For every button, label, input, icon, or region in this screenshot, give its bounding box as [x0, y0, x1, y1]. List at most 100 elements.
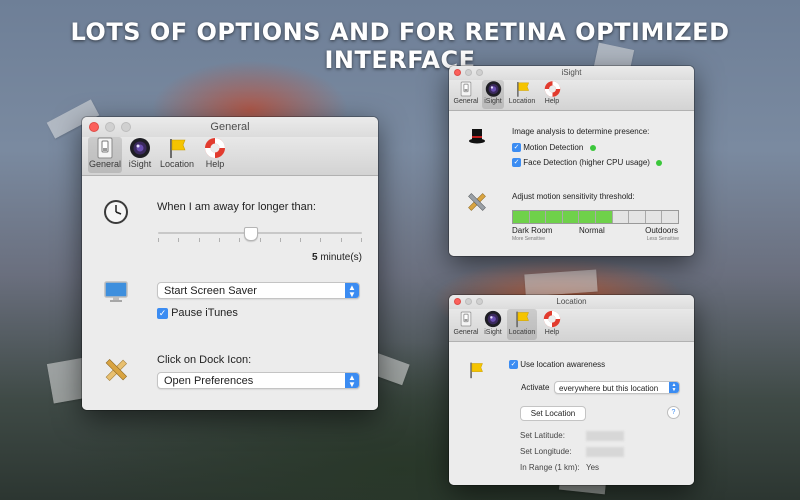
close-button[interactable] — [454, 69, 461, 76]
action-select[interactable]: Start Screen Saver ▲ ▼ — [157, 282, 360, 299]
tab-location[interactable]: Location — [158, 137, 196, 173]
lifebuoy-icon — [544, 81, 560, 97]
away-slider[interactable] — [158, 226, 362, 244]
isight-pane: Image analysis to determine presence: ✓ … — [449, 111, 694, 256]
tab-help[interactable]: Help — [540, 80, 564, 109]
threshold-segment[interactable] — [579, 211, 595, 223]
toolbar: General iSight Location Help — [449, 309, 694, 342]
slider-track — [158, 232, 362, 234]
away-label: When I am away for longer than: — [157, 201, 316, 213]
zoom-button[interactable] — [121, 122, 131, 132]
tab-location[interactable]: Location — [507, 80, 537, 109]
face-detection-checkbox[interactable]: ✓ Face Detection (higher CPU usage) — [512, 158, 663, 168]
activate-label: Activate — [521, 383, 550, 392]
threshold-segment[interactable] — [612, 211, 629, 223]
clock-icon — [104, 200, 128, 224]
threshold-segment[interactable] — [546, 211, 562, 223]
toolbar: General iSight Location Help — [82, 137, 378, 176]
threshold-segment[interactable] — [662, 211, 678, 223]
window-controls — [454, 298, 483, 305]
threshold-segment[interactable] — [562, 211, 579, 223]
set-location-button[interactable]: Set Location — [520, 406, 586, 421]
scale-left-sublabel: More Sensitive — [512, 236, 546, 242]
checkmark-icon: ✓ — [157, 307, 168, 319]
location-window: Location General iSight Location Help ✓ … — [449, 295, 694, 485]
threshold-segment[interactable] — [645, 211, 662, 223]
pause-itunes-label: Pause iTunes — [171, 307, 238, 319]
slider-tick — [280, 238, 281, 242]
latitude-value-redacted — [586, 431, 624, 441]
slider-knob[interactable] — [244, 227, 258, 241]
tab-help[interactable]: Help — [540, 309, 564, 340]
toolbar: General iSight Location Help — [449, 80, 694, 111]
tab-general[interactable]: General — [88, 137, 122, 173]
select-arrows-icon: ▲ ▼ — [345, 373, 359, 388]
pause-itunes-checkbox[interactable]: ✓ Pause iTunes — [157, 307, 238, 319]
zoom-button[interactable] — [476, 69, 483, 76]
lifebuoy-icon — [205, 138, 225, 158]
threshold-meter[interactable] — [512, 210, 679, 224]
select-arrows-icon: ▲ ▼ — [345, 283, 359, 298]
longitude-label: Set Longitude: — [520, 447, 572, 456]
window-title: iSight — [561, 68, 582, 77]
tab-isight[interactable]: iSight — [482, 80, 504, 109]
minimize-button[interactable] — [105, 122, 115, 132]
flag-icon — [170, 139, 186, 158]
longitude-value-redacted — [586, 447, 624, 457]
tape-strip — [524, 269, 598, 297]
help-button[interactable]: ? — [667, 406, 680, 419]
camera-icon — [485, 81, 501, 97]
slider-value: 5 — [311, 252, 318, 263]
isight-window: iSight General iSight Location Help Imag… — [449, 66, 694, 256]
threshold-label: Adjust motion sensitivity threshold: — [512, 192, 635, 201]
slider-tick — [219, 238, 220, 242]
dock-select[interactable]: Open Preferences ▲ ▼ — [157, 372, 360, 389]
tab-general[interactable]: General — [453, 80, 479, 109]
status-indicator — [656, 159, 663, 166]
minimize-button[interactable] — [465, 298, 472, 305]
tab-isight[interactable]: iSight — [482, 309, 504, 340]
slider-readout: 5 minute(s) — [312, 252, 362, 263]
general-pane: When I am away for longer than: 5 minute… — [82, 176, 378, 410]
threshold-segment[interactable] — [595, 211, 612, 223]
tab-help[interactable]: Help — [200, 137, 230, 173]
minimize-button[interactable] — [465, 69, 472, 76]
slider-tick — [260, 238, 261, 242]
camera-icon — [130, 138, 150, 158]
switch-icon — [97, 137, 113, 159]
analysis-label: Image analysis to determine presence: — [512, 127, 650, 136]
tab-location[interactable]: Location — [507, 309, 537, 340]
slider-tick — [361, 238, 362, 242]
window-title: Location — [556, 297, 587, 306]
window-controls — [454, 69, 483, 76]
threshold-segment[interactable] — [513, 211, 529, 223]
checkmark-icon: ✓ — [512, 143, 521, 153]
motion-detection-checkbox[interactable]: ✓ Motion Detection — [512, 143, 596, 153]
switch-icon — [460, 311, 472, 327]
flag-icon — [516, 311, 529, 328]
threshold-segment[interactable] — [529, 211, 546, 223]
tools-icon — [468, 193, 486, 211]
lifebuoy-icon — [543, 310, 561, 328]
flag-icon — [470, 362, 483, 379]
activate-select[interactable]: everywhere but this location ▲ ▼ — [554, 381, 680, 394]
use-location-checkbox[interactable]: ✓ Use location awareness — [509, 360, 605, 370]
checkmark-icon: ✓ — [512, 158, 521, 168]
slider-tick — [300, 238, 301, 242]
threshold-segment[interactable] — [629, 211, 645, 223]
monitor-icon — [104, 281, 128, 302]
title-bar: Location — [449, 295, 694, 309]
close-button[interactable] — [89, 122, 99, 132]
slider-unit: minute(s) — [320, 252, 362, 263]
window-title: General — [210, 121, 250, 133]
close-button[interactable] — [454, 298, 461, 305]
face-detection-label: Face Detection (higher CPU usage) — [523, 158, 650, 167]
tab-isight[interactable]: iSight — [126, 137, 154, 173]
window-controls — [89, 122, 131, 132]
zoom-button[interactable] — [476, 298, 483, 305]
status-indicator — [589, 144, 596, 151]
tab-general[interactable]: General — [453, 309, 479, 340]
select-arrows-icon: ▲ ▼ — [669, 382, 679, 393]
pencil-ruler-icon — [105, 358, 128, 382]
dock-label: Click on Dock Icon: — [157, 354, 252, 366]
